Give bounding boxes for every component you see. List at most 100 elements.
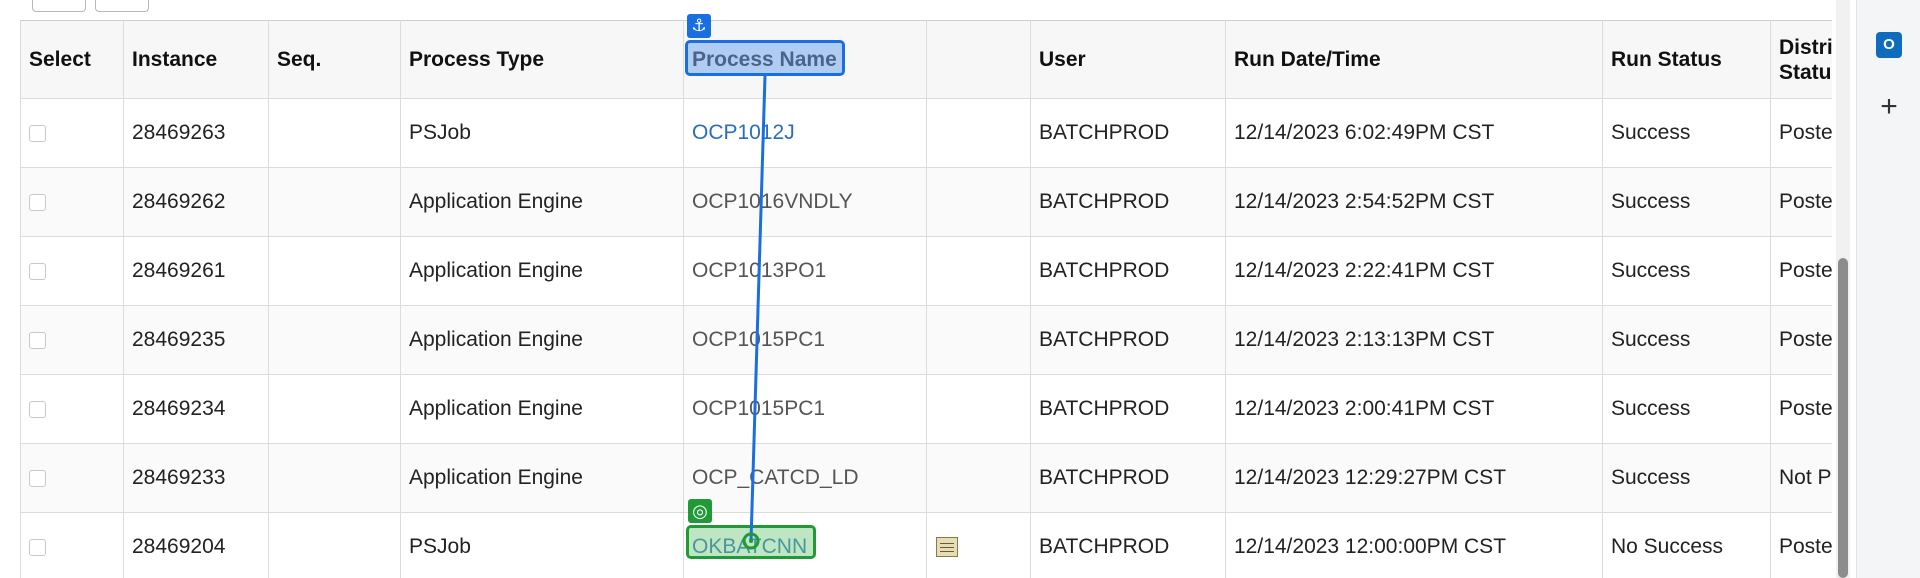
instance-cell: 28469262 — [123, 167, 269, 237]
row-select-cell — [20, 98, 124, 168]
row-select-cell — [20, 236, 124, 306]
process-type-cell: PSJob — [400, 512, 684, 578]
row-select-cell — [20, 512, 124, 578]
run-datetime-cell: 12/14/2023 2:13:13PM CST — [1225, 305, 1603, 375]
user-cell: BATCHPROD — [1030, 167, 1226, 237]
table-row: 28469235 Application Engine OCP1015PC1 B… — [20, 305, 1832, 375]
document-icon[interactable] — [936, 537, 958, 558]
header-select[interactable]: Select — [20, 20, 124, 99]
distribution-status-cell: Poste — [1770, 167, 1832, 237]
process-name-cell: OCP1015PC1 — [683, 305, 927, 375]
process-type-cell: Application Engine — [400, 305, 684, 375]
row-select-checkbox[interactable] — [29, 538, 46, 556]
anchor-icon: ⚓ — [687, 14, 711, 38]
row-select-checkbox[interactable] — [29, 400, 46, 418]
table-row: 28469262 Application Engine OCP1016VNDLY… — [20, 167, 1832, 237]
process-type-cell: Application Engine — [400, 443, 684, 513]
seq-cell — [268, 443, 401, 513]
process-name-cell: OCP_CATCD_LD — [683, 443, 927, 513]
instance-cell: 28469263 — [123, 98, 269, 168]
header-seq[interactable]: Seq. — [268, 20, 401, 99]
header-distribution-status[interactable]: Distri Statu — [1770, 20, 1832, 99]
run-datetime-cell: 12/14/2023 2:00:41PM CST — [1225, 374, 1603, 444]
seq-cell — [268, 236, 401, 306]
process-name-cell: OCP1012J — [683, 98, 927, 168]
table-row: 28469204 PSJob OKBATCNN BATCHPROD 12/14/… — [20, 512, 1832, 578]
run-datetime-cell: 12/14/2023 2:22:41PM CST — [1225, 236, 1603, 306]
toolbar-button-partial-1[interactable] — [32, 0, 86, 12]
run-status-cell: Success — [1602, 305, 1771, 375]
user-cell: BATCHPROD — [1030, 305, 1226, 375]
process-name-text: OCP1015PC1 — [692, 328, 826, 351]
process-name-cell: OCP1013PO1 — [683, 236, 927, 306]
seq-cell — [268, 167, 401, 237]
row-select-cell — [20, 374, 124, 444]
target-icon: ◎ — [688, 499, 712, 523]
details-cell — [926, 512, 1031, 578]
process-name-cell: OCP1015PC1 — [683, 374, 927, 444]
user-cell: BATCHPROD — [1030, 443, 1226, 513]
run-datetime-cell: 12/14/2023 12:00:00PM CST — [1225, 512, 1603, 578]
details-cell — [926, 443, 1031, 513]
process-type-cell: PSJob — [400, 98, 684, 168]
header-run-datetime[interactable]: Run Date/Time — [1225, 20, 1603, 99]
row-select-checkbox[interactable] — [29, 331, 46, 349]
row-select-cell — [20, 443, 124, 513]
process-name-text: OCP1015PC1 — [692, 397, 826, 420]
table-row: 28469234 Application Engine OCP1015PC1 B… — [20, 374, 1832, 444]
target-highlight — [686, 525, 816, 559]
source-highlight — [685, 40, 845, 76]
run-datetime-cell: 12/14/2023 12:29:27PM CST — [1225, 443, 1603, 513]
header-distribution-status-line2: Statu — [1779, 60, 1832, 84]
details-cell — [926, 98, 1031, 168]
process-table: Select Instance Seq. Process Type Proces… — [20, 20, 1832, 578]
process-name-link[interactable]: OCP1012J — [692, 121, 795, 144]
run-status-cell: No Success — [1602, 512, 1771, 578]
process-name-text: OCP_CATCD_LD — [692, 466, 859, 489]
row-select-checkbox[interactable] — [29, 262, 46, 280]
run-datetime-cell: 12/14/2023 2:54:52PM CST — [1225, 167, 1603, 237]
distribution-status-cell: Poste — [1770, 236, 1832, 306]
process-type-cell: Application Engine — [400, 236, 684, 306]
process-name-text: OCP1016VNDLY — [692, 190, 853, 213]
header-distribution-status-line1: Distri — [1779, 35, 1832, 59]
toolbar-button-partial-2[interactable] — [95, 0, 149, 12]
instance-cell: 28469233 — [123, 443, 269, 513]
run-status-cell: Success — [1602, 374, 1771, 444]
distribution-status-cell: Not P — [1770, 443, 1832, 513]
distribution-status-cell: Poste — [1770, 512, 1832, 578]
row-select-cell — [20, 305, 124, 375]
header-process-type[interactable]: Process Type — [400, 20, 684, 99]
outlook-icon[interactable]: O — [1876, 32, 1907, 58]
row-select-cell — [20, 167, 124, 237]
header-instance[interactable]: Instance — [123, 20, 269, 99]
seq-cell — [268, 512, 401, 578]
table-row: 28469263 PSJob OCP1012J BATCHPROD 12/14/… — [20, 98, 1832, 168]
seq-cell — [268, 98, 401, 168]
header-run-status[interactable]: Run Status — [1602, 20, 1771, 99]
row-select-checkbox[interactable] — [29, 193, 46, 211]
details-cell — [926, 236, 1031, 306]
user-cell: BATCHPROD — [1030, 98, 1226, 168]
user-cell: BATCHPROD — [1030, 236, 1226, 306]
run-status-cell: Success — [1602, 98, 1771, 168]
instance-cell: 28469204 — [123, 512, 269, 578]
process-type-cell: Application Engine — [400, 167, 684, 237]
distribution-status-cell: Poste — [1770, 98, 1832, 168]
side-rail — [1856, 0, 1920, 578]
distribution-status-cell: Poste — [1770, 374, 1832, 444]
row-select-checkbox[interactable] — [29, 124, 46, 142]
row-select-checkbox[interactable] — [29, 469, 46, 487]
seq-cell — [268, 374, 401, 444]
process-list-grid: Select Instance Seq. Process Type Proces… — [20, 20, 1832, 578]
distribution-status-cell: Poste — [1770, 305, 1832, 375]
run-status-cell: Success — [1602, 167, 1771, 237]
run-datetime-cell: 12/14/2023 6:02:49PM CST — [1225, 98, 1603, 168]
table-row: 28469233 Application Engine OCP_CATCD_LD… — [20, 443, 1832, 513]
vertical-scrollbar-thumb[interactable] — [1838, 258, 1848, 578]
header-user[interactable]: User — [1030, 20, 1226, 99]
details-cell — [926, 305, 1031, 375]
run-status-cell: Success — [1602, 236, 1771, 306]
process-type-cell: Application Engine — [400, 374, 684, 444]
plus-icon[interactable]: + — [1874, 92, 1904, 122]
